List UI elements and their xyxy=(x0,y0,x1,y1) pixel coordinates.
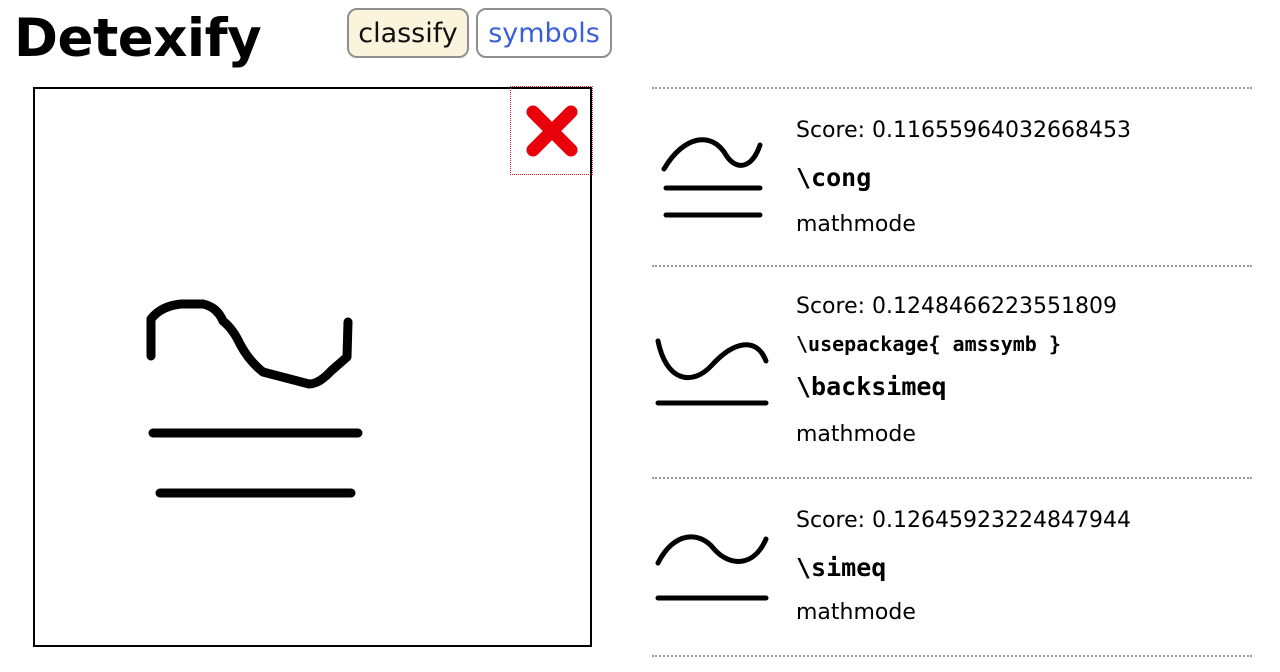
drawn-strokes xyxy=(146,299,363,498)
result-item[interactable]: Score: 0.1248466223551809 \usepackage{ a… xyxy=(652,265,1252,477)
classify-tab[interactable]: classify xyxy=(347,8,469,58)
close-icon xyxy=(526,105,577,156)
result-score: Score: 0.1248466223551809 xyxy=(796,294,1117,319)
result-mode: mathmode xyxy=(796,600,916,625)
result-mode: mathmode xyxy=(796,212,916,237)
result-command: \simeq xyxy=(796,553,887,582)
result-package: \usepackage{ amssymb } xyxy=(796,332,1061,356)
symbols-tab[interactable]: symbols xyxy=(476,8,612,58)
results-list: Score: 0.11655964032668453 \cong mathmod… xyxy=(652,87,1252,657)
logo: Detexify xyxy=(14,8,262,69)
results-divider xyxy=(652,655,1252,657)
result-command: \cong xyxy=(796,163,872,192)
result-command: \backsimeq xyxy=(796,372,947,401)
drawn-tilde-stroke xyxy=(146,299,353,389)
cong-symbol-icon xyxy=(661,137,763,218)
clear-canvas-button[interactable] xyxy=(510,86,593,175)
result-score: Score: 0.12645923224847944 xyxy=(796,508,1131,533)
result-item[interactable]: Score: 0.11655964032668453 \cong mathmod… xyxy=(652,87,1252,265)
drawing-canvas[interactable] xyxy=(33,87,592,647)
simeq-symbol-icon xyxy=(655,534,769,601)
result-mode: mathmode xyxy=(796,422,916,447)
result-score: Score: 0.11655964032668453 xyxy=(796,118,1131,143)
backsimeq-symbol-icon xyxy=(655,338,769,406)
result-item[interactable]: Score: 0.12645923224847944 \simeq mathmo… xyxy=(652,477,1252,655)
